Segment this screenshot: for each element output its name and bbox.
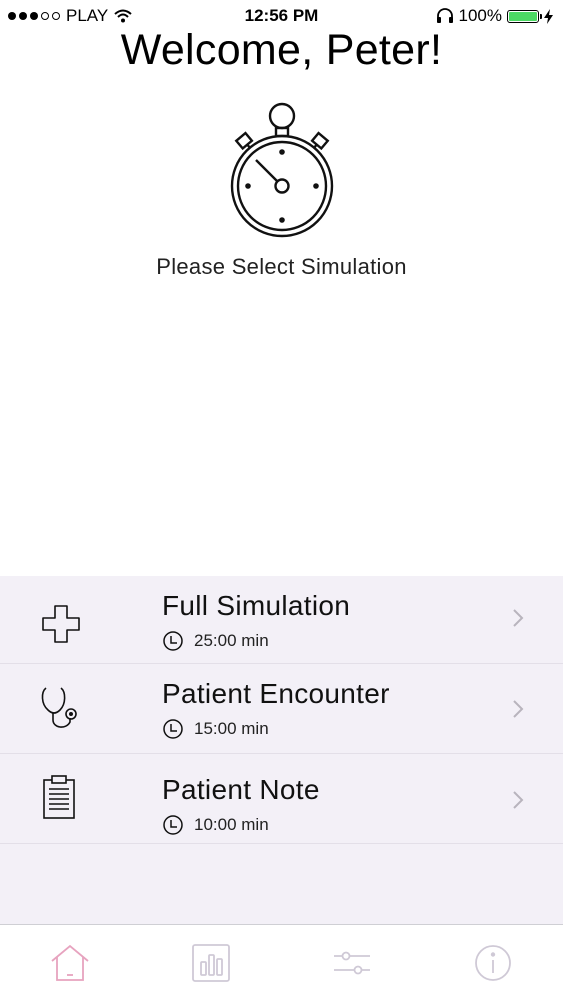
welcome-title: Welcome, Peter! — [120, 26, 443, 74]
bar-chart-icon — [192, 944, 231, 982]
stopwatch-icon — [230, 102, 334, 238]
info-icon — [474, 945, 511, 981]
simulation-title: Full Simulation — [162, 590, 351, 621]
tab-bar — [0, 924, 563, 1000]
simulation-duration: 10:00 min — [162, 814, 269, 836]
simulation-list: Full Simulation 25:00 min Patient Encoun… — [0, 576, 563, 924]
home-screen: PLAY 12:56 PM 100% Welcome, Peter! Pleas… — [0, 0, 563, 1000]
simulation-duration: 25:00 min — [162, 630, 269, 652]
simulation-item-full[interactable]: Full Simulation 25:00 min — [0, 576, 563, 664]
clock-icon — [163, 719, 183, 739]
tab-statistics[interactable] — [141, 925, 282, 1000]
duration-label: 15:00 min — [194, 719, 269, 738]
simulation-title: Patient Note — [162, 774, 320, 805]
battery-percent: 100% — [458, 6, 502, 25]
simulation-item-note[interactable]: Patient Note 10:00 min — [0, 754, 563, 844]
chevron-right-icon — [513, 700, 524, 718]
stethoscope-icon — [41, 687, 77, 728]
home-icon — [51, 944, 89, 981]
tab-home[interactable] — [0, 925, 141, 1000]
clock-icon — [163, 631, 183, 651]
status-right: 100% — [436, 6, 553, 26]
chevron-right-icon — [513, 609, 524, 627]
clock-icon — [163, 815, 183, 835]
headphones-icon — [436, 8, 453, 23]
medical-cross-icon — [42, 605, 80, 643]
tab-settings[interactable] — [282, 925, 423, 1000]
select-simulation-prompt: Please Select Simulation — [156, 254, 407, 279]
battery-icon — [507, 9, 542, 23]
tab-info[interactable] — [422, 925, 563, 1000]
simulation-item-encounter[interactable]: Patient Encounter 15:00 min — [0, 664, 563, 754]
clipboard-icon — [43, 775, 75, 819]
simulation-title: Patient Encounter — [162, 678, 390, 709]
charging-bolt-icon — [544, 8, 553, 24]
duration-label: 25:00 min — [194, 631, 269, 650]
duration-label: 10:00 min — [194, 815, 269, 834]
chevron-right-icon — [513, 791, 524, 809]
sliders-icon — [333, 951, 370, 975]
simulation-duration: 15:00 min — [162, 718, 269, 740]
